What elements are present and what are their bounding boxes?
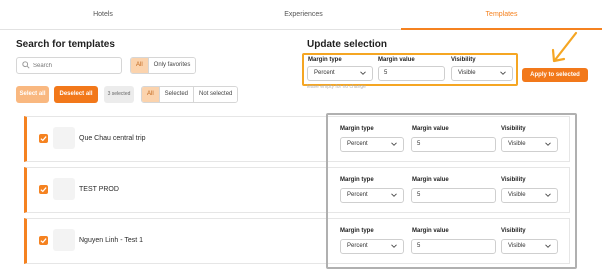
- search-icon: [22, 61, 30, 69]
- visibility-select[interactable]: Visible: [451, 66, 513, 81]
- margin-value-label: Margin value: [378, 57, 415, 63]
- update-section-title: Update selection: [307, 39, 388, 50]
- chevron-down-icon: [360, 71, 366, 75]
- template-name: Nguyen Linh - Test 1: [79, 237, 144, 244]
- selected-count-badge: 3 selected: [104, 86, 134, 103]
- tab-bar: Hotels Experiences Templates: [0, 0, 602, 30]
- template-thumbnail: [53, 229, 75, 251]
- filter-all-button[interactable]: All: [131, 58, 149, 73]
- margin-type-label: Margin type: [308, 57, 342, 63]
- visibility-value: Visible: [458, 70, 476, 76]
- margin-value-input[interactable]: 5: [378, 66, 445, 81]
- margin-type-select[interactable]: Percent: [307, 66, 373, 81]
- favorites-filter: All Only favorites: [130, 57, 197, 74]
- deselect-all-button[interactable]: Deselect all: [54, 86, 98, 103]
- visibility-label: Visibility: [451, 57, 476, 63]
- check-icon: [40, 238, 47, 244]
- selection-filter: All Selected Not selected: [141, 86, 239, 103]
- template-checkbox[interactable]: [39, 236, 48, 245]
- template-thumbnail: [53, 178, 75, 200]
- tab-templates[interactable]: Templates: [401, 0, 602, 30]
- search-field[interactable]: [16, 57, 122, 74]
- margin-type-value: Percent: [314, 70, 335, 76]
- search-input[interactable]: [33, 60, 117, 71]
- tab-hotels[interactable]: Hotels: [0, 0, 206, 30]
- select-all-button[interactable]: Select all: [16, 86, 49, 103]
- sel-filter-all-button[interactable]: All: [142, 87, 160, 102]
- search-section-title: Search for templates: [16, 39, 115, 50]
- update-hint: leave empty for no change: [307, 84, 366, 90]
- check-icon: [40, 187, 47, 193]
- apply-to-selected-button[interactable]: Apply to selected: [522, 68, 588, 82]
- template-thumbnail: [53, 127, 75, 149]
- arrow-annotation-icon: [551, 31, 578, 63]
- check-icon: [40, 136, 47, 142]
- filter-favorites-button[interactable]: Only favorites: [148, 58, 196, 73]
- tab-experiences[interactable]: Experiences: [206, 0, 401, 30]
- row-settings-highlight: [326, 113, 577, 269]
- template-checkbox[interactable]: [39, 185, 48, 194]
- template-name: TEST PROD: [79, 186, 119, 193]
- chevron-down-icon: [500, 71, 506, 75]
- sel-filter-selected-button[interactable]: Selected: [159, 87, 195, 102]
- template-name: Que Chau central trip: [79, 135, 146, 142]
- template-checkbox[interactable]: [39, 134, 48, 143]
- sel-filter-not-selected-button[interactable]: Not selected: [194, 87, 238, 102]
